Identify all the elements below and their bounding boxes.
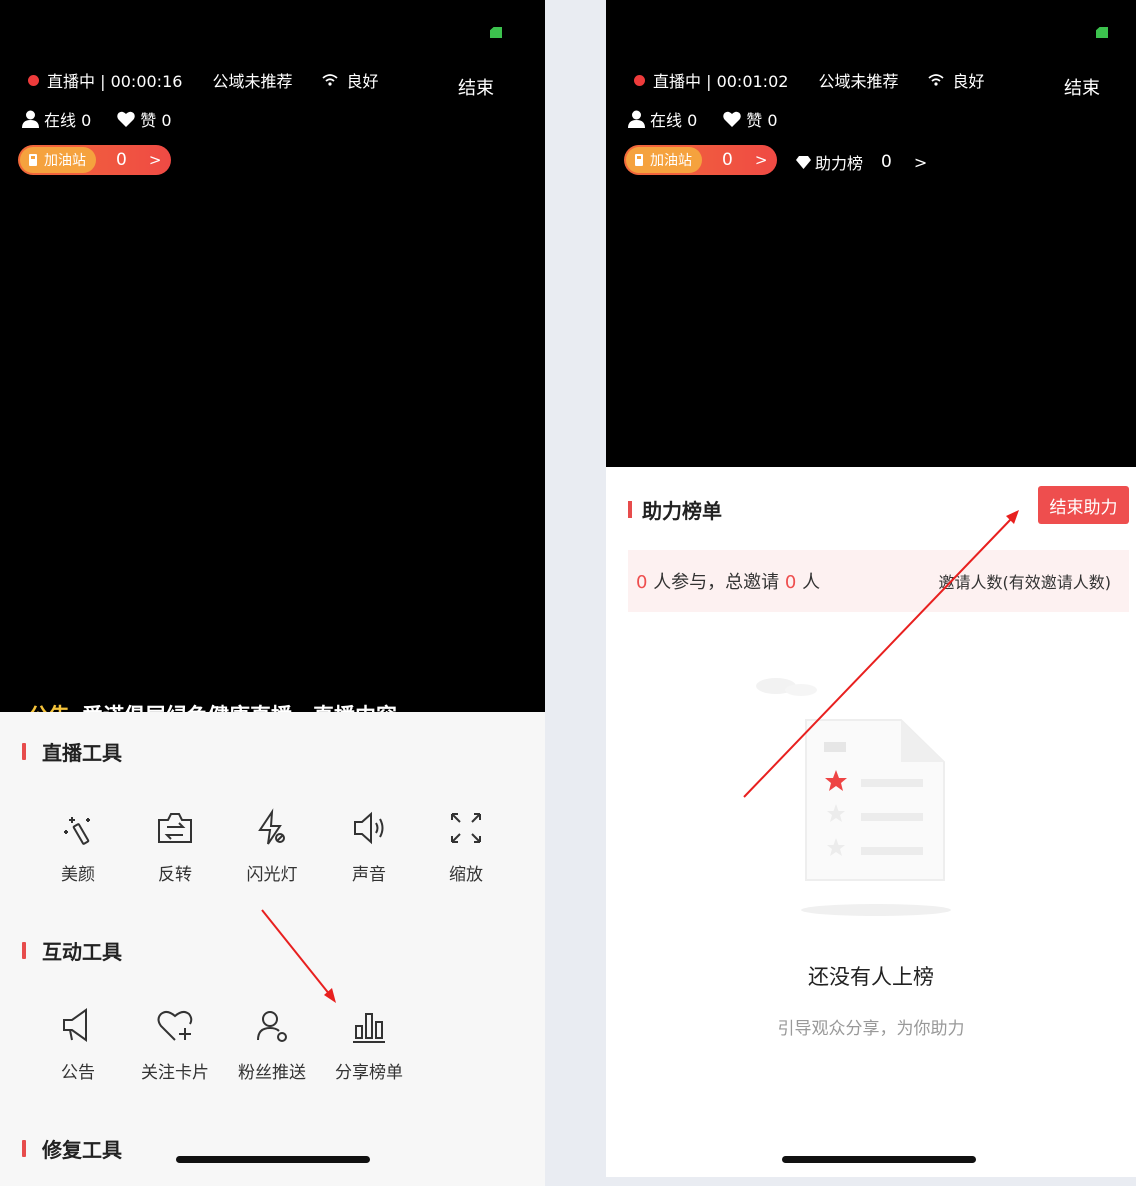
- online-count: 在线 0: [44, 111, 92, 130]
- annotation-arrow: [743, 510, 1019, 798]
- right-screen: 直播中 | 00:01:02 公域未推荐 良好 结束 在线 0 赞 0 加油站 …: [606, 0, 1136, 1186]
- live-video-area: 直播中 | 00:00:16 公域未推荐 良好 结束 在线 0 赞 0 加油站 …: [0, 0, 545, 728]
- fuel-icon: [28, 153, 40, 167]
- tools-panel: 直播工具 美颜 反转 闪光灯 声音 缩放 互动工具 公告 关注卡片 粉丝推送 分…: [0, 712, 545, 1186]
- home-indicator: [782, 1156, 976, 1163]
- left-screen: 直播中 | 00:00:16 公域未推荐 良好 结束 在线 0 赞 0 加油站 …: [0, 0, 545, 1186]
- fuel-label: 加油站: [44, 153, 86, 169]
- battery-icon: [490, 27, 502, 38]
- annotation-arrow: [261, 909, 336, 1003]
- live-status-bar: 直播中 | 00:00:16 公域未推荐 良好: [28, 68, 378, 92]
- viewer-stats: 在线 0 赞 0: [22, 107, 172, 131]
- home-indicator: [176, 1156, 370, 1163]
- fuel-count: 0: [116, 150, 127, 170]
- live-timer: 直播中 | 00:00:16: [47, 72, 183, 91]
- network-quality: 良好: [346, 72, 379, 91]
- chevron-right-icon: >: [148, 151, 162, 169]
- end-live-button[interactable]: 结束: [458, 74, 494, 100]
- user-icon: [22, 110, 39, 128]
- like-count: 赞 0: [140, 111, 172, 130]
- recommend-status: 公域未推荐: [212, 72, 293, 91]
- heart-icon: [117, 111, 136, 127]
- fuel-station-chip[interactable]: 加油站 0 >: [18, 145, 172, 175]
- live-dot-icon: [28, 74, 39, 86]
- section-repair-tools: 修复工具: [22, 1134, 122, 1163]
- wifi-icon: [322, 74, 339, 86]
